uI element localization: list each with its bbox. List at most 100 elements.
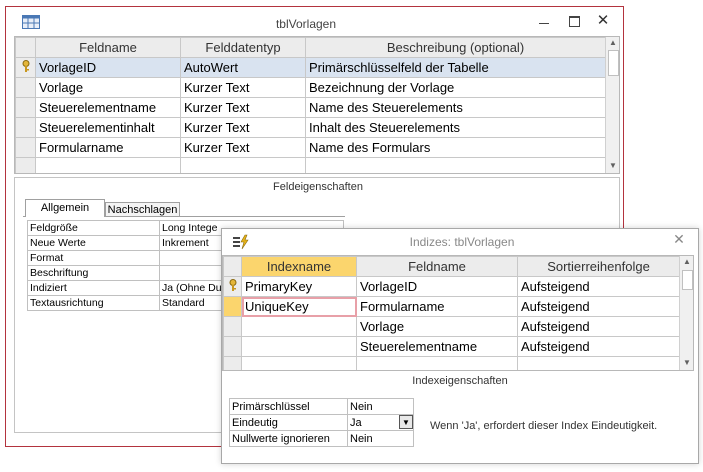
cell-felddatentyp[interactable]: AutoWert <box>180 57 306 78</box>
cell-indexname[interactable]: PrimaryKey <box>241 276 357 297</box>
tab-nachschlagen[interactable]: Nachschlagen <box>105 202 180 217</box>
cell-empty[interactable] <box>35 157 181 173</box>
table-row-empty[interactable] <box>223 356 680 370</box>
prop-row[interactable]: Nullwerte ignorieren Nein <box>229 430 414 447</box>
cell-beschreibung[interactable]: Bezeichnung der Vorlage <box>305 77 606 98</box>
row-selector[interactable] <box>15 57 36 78</box>
cell-feldname[interactable]: Steuerelementname <box>35 97 181 118</box>
scroll-down-icon[interactable]: ▼ <box>606 161 619 170</box>
cell-feldname[interactable]: Formularname <box>35 137 181 158</box>
cell-felddatentyp[interactable]: Kurzer Text <box>180 137 306 158</box>
col-header-indexname[interactable]: Indexname <box>241 256 357 277</box>
row-selector[interactable] <box>223 276 242 297</box>
col-header-sortierreihenfolge[interactable]: Sortierreihenfolge <box>517 256 680 277</box>
prop-value-dropdown[interactable]: Ja ▼ <box>347 414 414 431</box>
key-icon <box>229 278 236 291</box>
scroll-up-icon[interactable]: ▲ <box>680 257 693 266</box>
table-row[interactable]: Vorlage Kurzer Text Bezeichnung der Vorl… <box>15 77 606 98</box>
cell-feldname[interactable]: VorlageID <box>35 57 181 78</box>
cell-feldname[interactable]: Steuerelementname <box>356 336 518 357</box>
prop-value[interactable]: Nein <box>347 430 414 447</box>
cell-felddatentyp[interactable]: Kurzer Text <box>180 77 306 98</box>
table-row[interactable]: UniqueKey Formularname Aufsteigend <box>223 296 680 317</box>
table-row[interactable]: VorlageID AutoWert Primärschlüsselfeld d… <box>15 57 606 78</box>
vertical-scrollbar[interactable]: ▲ ▼ <box>605 37 619 173</box>
cell-beschreibung[interactable]: Inhalt des Steuerelements <box>305 117 606 138</box>
close-icon[interactable]: ✕ <box>595 11 611 29</box>
row-selector[interactable] <box>15 157 36 173</box>
cell-feldname[interactable]: Vorlage <box>356 316 518 337</box>
prop-row[interactable]: Eindeutig Ja ▼ <box>229 414 414 431</box>
cell-empty[interactable] <box>241 356 357 370</box>
prop-value: Ja <box>350 416 362 429</box>
prop-label: Nullwerte ignorieren <box>229 430 348 447</box>
col-header-feldname[interactable]: Feldname <box>35 37 181 58</box>
cell-feldname[interactable]: VorlageID <box>356 276 518 297</box>
table-row[interactable]: Vorlage Aufsteigend <box>223 316 680 337</box>
table-icon <box>22 15 40 29</box>
window-title: tblVorlagen <box>275 17 337 31</box>
cell-sortierreihenfolge[interactable]: Aufsteigend <box>517 336 680 357</box>
cell-beschreibung[interactable]: Name des Formulars <box>305 137 606 158</box>
row-selector[interactable] <box>223 336 242 357</box>
table-row[interactable]: Formularname Kurzer Text Name des Formul… <box>15 137 606 158</box>
index-properties-title: Indexeigenschaften <box>412 375 508 387</box>
table-row[interactable]: Steuerelementinhalt Kurzer Text Inhalt d… <box>15 117 606 138</box>
col-header-beschreibung[interactable]: Beschreibung (optional) <box>305 37 606 58</box>
tab-allgemein[interactable]: Allgemein <box>25 199 105 217</box>
cell-sortierreihenfolge[interactable]: Aufsteigend <box>517 316 680 337</box>
row-selector[interactable] <box>223 356 242 370</box>
scroll-down-icon[interactable]: ▼ <box>680 358 693 367</box>
index-table: Indexname Feldname Sortierreihenfolge Pr… <box>223 256 680 370</box>
cell-indexname[interactable] <box>241 316 357 337</box>
cell-feldname[interactable]: Vorlage <box>35 77 181 98</box>
table-row[interactable]: Steuerelementname Aufsteigend <box>223 336 680 357</box>
minimize-icon[interactable] <box>536 13 552 29</box>
cell-beschreibung[interactable]: Name des Steuerelements <box>305 97 606 118</box>
corner-cell[interactable] <box>223 256 242 277</box>
cell-felddatentyp[interactable]: Kurzer Text <box>180 97 306 118</box>
row-selector[interactable] <box>223 296 242 317</box>
maximize-icon[interactable] <box>566 14 582 28</box>
cell-sortierreihenfolge[interactable]: Aufsteigend <box>517 296 680 317</box>
prop-value[interactable]: Nein <box>347 398 414 415</box>
cell-felddatentyp[interactable]: Kurzer Text <box>180 117 306 138</box>
cell-sortierreihenfolge[interactable]: Aufsteigend <box>517 276 680 297</box>
field-grid: Feldname Felddatentyp Beschreibung (opti… <box>14 36 620 174</box>
prop-label: Beschriftung <box>27 265 160 281</box>
window-title: Indizes: tblVorlagen <box>409 235 515 249</box>
indexes-icon <box>232 234 250 250</box>
prop-row[interactable]: Primärschlüssel Nein <box>229 398 414 415</box>
cell-beschreibung[interactable]: Primärschlüsselfeld der Tabelle <box>305 57 606 78</box>
index-table-header: Indexname Feldname Sortierreihenfolge <box>223 256 680 277</box>
index-grid: Indexname Feldname Sortierreihenfolge Pr… <box>222 255 694 371</box>
cell-empty[interactable] <box>305 157 606 173</box>
scroll-thumb[interactable] <box>682 270 693 290</box>
vertical-scrollbar[interactable]: ▲ ▼ <box>679 256 693 370</box>
row-selector[interactable] <box>15 137 36 158</box>
cell-empty[interactable] <box>356 356 518 370</box>
table-row-empty[interactable] <box>15 157 606 173</box>
row-selector[interactable] <box>15 77 36 98</box>
cell-indexname[interactable] <box>241 336 357 357</box>
corner-cell[interactable] <box>15 37 36 58</box>
row-selector[interactable] <box>15 97 36 118</box>
cell-feldname[interactable]: Steuerelementinhalt <box>35 117 181 138</box>
cell-empty[interactable] <box>180 157 306 173</box>
table-row[interactable]: PrimaryKey VorlageID Aufsteigend <box>223 276 680 297</box>
col-header-felddatentyp[interactable]: Felddatentyp <box>180 37 306 58</box>
row-selector[interactable] <box>223 316 242 337</box>
scroll-up-icon[interactable]: ▲ <box>606 38 619 47</box>
chevron-down-icon[interactable]: ▼ <box>399 415 413 429</box>
table-row[interactable]: Steuerelementname Kurzer Text Name des S… <box>15 97 606 118</box>
col-header-feldname[interactable]: Feldname <box>356 256 518 277</box>
scroll-thumb[interactable] <box>608 50 619 76</box>
cell-indexname[interactable]: UniqueKey <box>241 296 357 317</box>
index-hint: Wenn 'Ja', erfordert dieser Index Eindeu… <box>430 420 658 432</box>
close-icon[interactable]: ✕ <box>670 232 688 250</box>
cell-feldname[interactable]: Formularname <box>356 296 518 317</box>
row-selector[interactable] <box>15 117 36 138</box>
cell-empty[interactable] <box>517 356 680 370</box>
prop-label: Feldgröße <box>27 220 160 236</box>
prop-label: Textausrichtung <box>27 295 160 311</box>
